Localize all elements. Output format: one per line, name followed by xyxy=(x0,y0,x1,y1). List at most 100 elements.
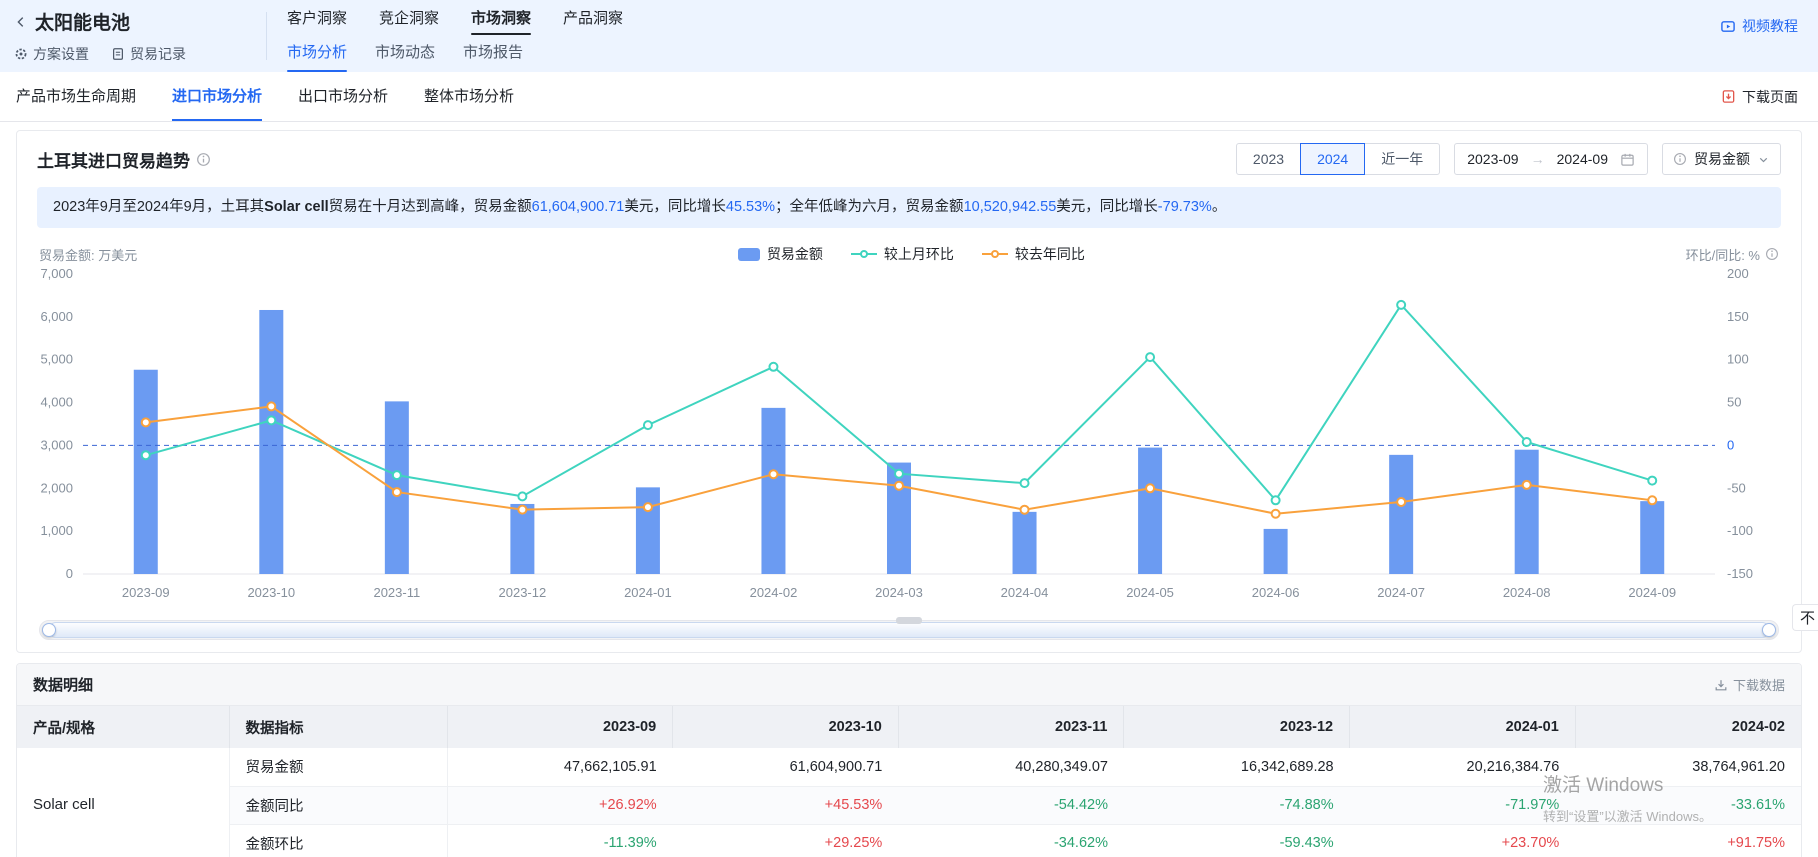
table-row: Solar cell贸易金额47,662,105.9161,604,900.71… xyxy=(17,748,1801,786)
right-axis-info-icon[interactable] xyxy=(1765,247,1779,261)
gear-icon xyxy=(14,47,28,61)
trade-records-button[interactable]: 贸易记录 xyxy=(111,44,186,64)
svg-text:2024-08: 2024-08 xyxy=(1503,585,1551,600)
header-left-block: 太阳能电池 方案设置 贸易记录 xyxy=(14,0,266,72)
chart-title-info-icon[interactable] xyxy=(196,152,211,167)
zoom-selected-range[interactable] xyxy=(48,622,1770,638)
zoom-handle-left[interactable] xyxy=(42,623,56,637)
metric-cell: 金额环比 xyxy=(229,824,447,857)
legend-item-trade-amount[interactable]: 贸易金额 xyxy=(738,244,823,264)
metric-select[interactable]: 贸易金额 xyxy=(1662,143,1781,175)
svg-text:2024-09: 2024-09 xyxy=(1628,585,1676,600)
nav-tab-import-market-analysis[interactable]: 进口市场分析 xyxy=(172,72,262,121)
top-tab-competitor-insight[interactable]: 竞企洞察 xyxy=(379,7,439,30)
sub-tab-market-dynamics[interactable]: 市场动态 xyxy=(375,41,435,66)
column-header: 2024-01 xyxy=(1350,706,1576,748)
summary-banner: 2023年9月至2024年9月，土耳其Solar cell贸易在十月达到高峰，贸… xyxy=(37,187,1781,228)
value-cell: +23.70% xyxy=(1350,824,1576,857)
value-cell: +45.53% xyxy=(673,786,899,824)
value-cell: -33.61% xyxy=(1575,786,1801,824)
metric-cell: 贸易金额 xyxy=(229,748,447,786)
range-arrow-icon: → xyxy=(1531,151,1545,167)
summary-segment: 10,520,942.55 xyxy=(964,199,1057,215)
top-tab-market-insight[interactable]: 市场洞察 xyxy=(471,7,531,30)
value-cell: +91.75% xyxy=(1575,824,1801,857)
value-cell: -59.43% xyxy=(1124,824,1350,857)
scheme-settings-button[interactable]: 方案设置 xyxy=(14,44,89,64)
nav-tab-export-market-analysis[interactable]: 出口市场分析 xyxy=(298,72,388,121)
summary-segment: 美元，同比增长 xyxy=(624,199,726,215)
value-cell: -54.42% xyxy=(898,786,1124,824)
year-2023-button[interactable]: 2023 xyxy=(1236,143,1301,175)
metric-info-icon xyxy=(1673,152,1687,166)
nav-tab-overall-market-analysis[interactable]: 整体市场分析 xyxy=(424,72,514,121)
column-header: 2023-12 xyxy=(1124,706,1350,748)
nav-tab-product-lifecycle[interactable]: 产品市场生命周期 xyxy=(16,72,136,121)
video-tutorial-link[interactable]: 视频教程 xyxy=(1720,16,1798,36)
column-header: 产品/规格 xyxy=(17,706,229,748)
column-header: 2023-10 xyxy=(673,706,899,748)
date-from-value: 2023-09 xyxy=(1467,151,1518,167)
download-page-label: 下载页面 xyxy=(1742,87,1798,107)
summary-segment: 45.53% xyxy=(726,199,775,215)
column-header: 数据指标 xyxy=(229,706,447,748)
chart-zoom-slider[interactable] xyxy=(39,620,1779,640)
svg-text:2,000: 2,000 xyxy=(40,480,73,495)
column-header: 2023-11 xyxy=(898,706,1124,748)
left-axis-unit-label: 贸易金额: 万美元 xyxy=(39,245,137,264)
legend-marker-icon xyxy=(860,250,868,258)
svg-text:3,000: 3,000 xyxy=(40,437,73,452)
sub-tab-market-report[interactable]: 市场报告 xyxy=(463,41,523,66)
product-cell: Solar cell xyxy=(17,748,229,857)
svg-text:2024-01: 2024-01 xyxy=(624,585,672,600)
chart-title: 土耳其进口贸易趋势 xyxy=(37,147,190,172)
legend-label: 贸易金额 xyxy=(767,244,823,264)
scheme-settings-label: 方案设置 xyxy=(33,44,89,64)
trade-records-label: 贸易记录 xyxy=(130,44,186,64)
legend-swatch-icon xyxy=(982,253,1008,255)
svg-text:2024-04: 2024-04 xyxy=(1001,585,1049,600)
value-cell: 38,764,961.20 xyxy=(1575,748,1801,786)
download-page-button[interactable]: 下载页面 xyxy=(1721,87,1798,107)
date-to-value: 2024-09 xyxy=(1557,151,1608,167)
svg-text:2024-02: 2024-02 xyxy=(750,585,798,600)
value-cell: 40,280,349.07 xyxy=(898,748,1124,786)
zoom-grip[interactable] xyxy=(896,617,922,624)
svg-text:1,000: 1,000 xyxy=(40,523,73,538)
page-title: 太阳能电池 xyxy=(35,8,130,35)
sub-tab-market-analysis[interactable]: 市场分析 xyxy=(287,41,347,66)
video-icon xyxy=(1720,19,1736,34)
top-tab-product-insight[interactable]: 产品洞察 xyxy=(563,7,623,30)
summary-segment: ；全年低峰为六月，贸易金额 xyxy=(775,199,964,215)
date-range-picker[interactable]: 2023-09 → 2024-09 xyxy=(1454,143,1648,175)
summary-segment: 美元，同比增长 xyxy=(1056,199,1158,215)
value-cell: -34.62% xyxy=(898,824,1124,857)
chevron-down-icon xyxy=(1757,153,1770,166)
top-tab-customer-insight[interactable]: 客户洞察 xyxy=(287,7,347,30)
svg-text:2024-06: 2024-06 xyxy=(1252,585,1300,600)
svg-text:2023-12: 2023-12 xyxy=(499,585,547,600)
back-icon[interactable] xyxy=(14,15,28,29)
side-floating-button[interactable]: 不 xyxy=(1792,604,1818,631)
summary-segment: 贸易在十月达到高峰，贸易金额 xyxy=(329,199,532,215)
svg-text:2024-07: 2024-07 xyxy=(1377,585,1425,600)
column-header: 2024-02 xyxy=(1575,706,1801,748)
svg-text:50: 50 xyxy=(1727,395,1741,410)
legend-item-yoy[interactable]: 较去年同比 xyxy=(982,244,1085,264)
recent-year-button[interactable]: 近一年 xyxy=(1364,143,1440,175)
table-row: 金额同比+26.92%+45.53%-54.42%-74.88%-71.97%-… xyxy=(17,786,1801,824)
legend-item-mom[interactable]: 较上月环比 xyxy=(851,244,954,264)
svg-text:2024-05: 2024-05 xyxy=(1126,585,1174,600)
download-data-button[interactable]: 下载数据 xyxy=(1714,675,1785,694)
download-data-label: 下载数据 xyxy=(1733,675,1785,694)
chart-legend: 贸易金额 较上月环比 较去年同比 xyxy=(137,244,1685,264)
svg-text:2023-09: 2023-09 xyxy=(122,585,170,600)
download-data-icon xyxy=(1714,678,1728,692)
zoom-handle-right[interactable] xyxy=(1762,623,1776,637)
document-icon xyxy=(111,47,125,61)
legend-swatch-icon xyxy=(851,253,877,255)
year-2024-button[interactable]: 2024 xyxy=(1300,143,1365,175)
column-header: 2023-09 xyxy=(447,706,673,748)
market-sub-tabs: 市场分析 市场动态 市场报告 xyxy=(287,41,623,66)
year-range-button-group: 20232024近一年 xyxy=(1236,143,1440,175)
